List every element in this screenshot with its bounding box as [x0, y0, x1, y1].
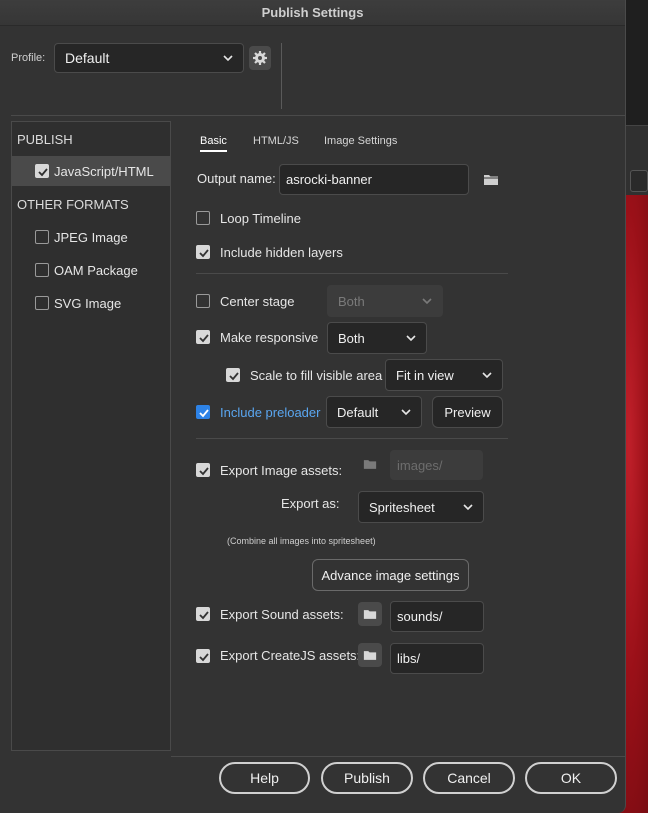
make-responsive-label: Make responsive	[220, 330, 319, 345]
sound-path-input[interactable]: sounds/	[390, 601, 484, 632]
profile-select[interactable]: Default	[54, 43, 244, 73]
checkmark-icon	[199, 334, 209, 343]
scale-to-fill-select[interactable]: Fit in view	[385, 359, 503, 391]
format-sidebar: PUBLISH JavaScript/HTML OTHER FORMATS JP…	[11, 121, 171, 751]
center-stage-checkbox[interactable]	[196, 294, 210, 308]
oam-checkbox[interactable]	[35, 263, 49, 277]
folder-icon	[363, 651, 377, 660]
checkmark-icon	[38, 168, 48, 177]
center-stage-label: Center stage	[220, 294, 295, 309]
include-hidden-layers-label: Include hidden layers	[220, 245, 343, 260]
jpeg-checkbox[interactable]	[35, 230, 49, 244]
checkmark-icon	[199, 611, 209, 620]
publish-settings-dialog: Publish Settings Profile: Default PUBLIS…	[0, 0, 626, 813]
make-responsive-select[interactable]: Both	[327, 322, 427, 354]
chevron-down-icon	[406, 335, 416, 342]
svg-checkbox[interactable]	[35, 296, 49, 310]
export-as-label: Export as:	[281, 496, 340, 511]
scale-to-fill-value: Fit in view	[396, 367, 454, 383]
include-preloader-label: Include preloader	[220, 405, 321, 420]
libs-path-value: libs/	[397, 651, 421, 666]
sidebar-item-javascript-html[interactable]: JavaScript/HTML	[12, 156, 170, 186]
preloader-value: Default	[337, 404, 379, 420]
profile-divider	[281, 43, 282, 109]
make-responsive-value: Both	[338, 330, 365, 346]
export-sound-assets-label: Export Sound assets:	[220, 607, 344, 622]
sidebar-item-oam[interactable]: OAM Package	[12, 255, 170, 285]
output-folder-button[interactable]	[480, 168, 502, 190]
output-name-label: Output name:	[197, 171, 276, 186]
export-sound-assets-checkbox[interactable]	[196, 607, 210, 621]
section-divider	[196, 273, 508, 274]
folder-icon	[484, 174, 498, 185]
help-button[interactable]: Help	[219, 762, 310, 794]
image-path-value: images/	[397, 457, 443, 473]
preview-button[interactable]: Preview	[432, 396, 503, 428]
createjs-folder-button[interactable]	[358, 643, 382, 667]
export-createjs-assets-checkbox[interactable]	[196, 649, 210, 663]
sidebar-item-svg[interactable]: SVG Image	[12, 288, 170, 318]
chevron-down-icon	[223, 55, 233, 62]
checkmark-icon	[199, 409, 209, 418]
tab-html-js[interactable]: HTML/JS	[253, 135, 299, 147]
include-preloader-checkbox[interactable]	[196, 405, 210, 419]
sidebar-item-jpeg[interactable]: JPEG Image	[12, 222, 170, 252]
center-stage-select[interactable]: Both	[327, 285, 443, 317]
checkmark-icon	[199, 249, 209, 258]
include-hidden-layers-checkbox[interactable]	[196, 245, 210, 259]
profile-value: Default	[65, 50, 110, 66]
chevron-down-icon	[482, 372, 492, 379]
checkmark-icon	[199, 653, 209, 662]
export-createjs-assets-label: Export CreateJS assets:	[220, 648, 361, 663]
center-stage-value: Both	[338, 293, 365, 309]
header-divider	[11, 115, 625, 116]
sidebar-item-label: JavaScript/HTML	[54, 163, 154, 179]
publish-header: PUBLISH	[17, 132, 73, 147]
advance-image-settings-button[interactable]: Advance image settings	[312, 559, 469, 591]
chevron-down-icon	[422, 298, 432, 305]
chevron-down-icon	[463, 504, 473, 511]
section-divider	[196, 438, 508, 439]
loop-timeline-checkbox[interactable]	[196, 211, 210, 225]
checkmark-icon	[229, 372, 239, 381]
output-name-value: asrocki-banner	[286, 172, 372, 187]
folder-icon	[363, 460, 377, 469]
tab-image-settings[interactable]: Image Settings	[324, 135, 397, 147]
ok-button[interactable]: OK	[525, 762, 617, 794]
window-title: Publish Settings	[0, 0, 625, 26]
export-as-value: Spritesheet	[369, 499, 435, 515]
checkmark-icon	[199, 467, 209, 476]
sidebar-item-label: JPEG Image	[54, 229, 128, 245]
output-name-input[interactable]: asrocki-banner	[279, 164, 469, 195]
export-as-select[interactable]: Spritesheet	[358, 491, 484, 523]
sidebar-item-label: OAM Package	[54, 262, 138, 278]
tab-basic[interactable]: Basic	[200, 135, 227, 152]
cancel-button[interactable]: Cancel	[423, 762, 515, 794]
profile-label: Profile:	[11, 52, 46, 64]
preloader-select[interactable]: Default	[326, 396, 422, 428]
image-path-input[interactable]: images/	[390, 450, 483, 480]
export-image-assets-checkbox[interactable]	[196, 463, 210, 477]
make-responsive-checkbox[interactable]	[196, 330, 210, 344]
scale-to-fill-label: Scale to fill visible area	[250, 368, 383, 383]
profile-options-button[interactable]	[249, 46, 271, 70]
loop-timeline-label: Loop Timeline	[220, 211, 301, 226]
background-control	[630, 170, 648, 192]
javascript-html-checkbox[interactable]	[35, 164, 49, 178]
sound-path-value: sounds/	[397, 609, 443, 624]
chevron-down-icon	[401, 409, 411, 416]
libs-path-input[interactable]: libs/	[390, 643, 484, 674]
footer-divider	[171, 756, 626, 757]
image-folder-button[interactable]	[359, 453, 381, 475]
gear-icon	[253, 51, 267, 65]
publish-button[interactable]: Publish	[321, 762, 413, 794]
folder-icon	[363, 610, 377, 619]
combine-note: (Combine all images into spritesheet)	[227, 536, 376, 546]
sound-folder-button[interactable]	[358, 602, 382, 626]
sidebar-item-label: SVG Image	[54, 295, 122, 311]
scale-to-fill-checkbox[interactable]	[226, 368, 240, 382]
other-formats-header: OTHER FORMATS	[17, 197, 129, 212]
export-image-assets-label: Export Image assets:	[220, 463, 343, 478]
